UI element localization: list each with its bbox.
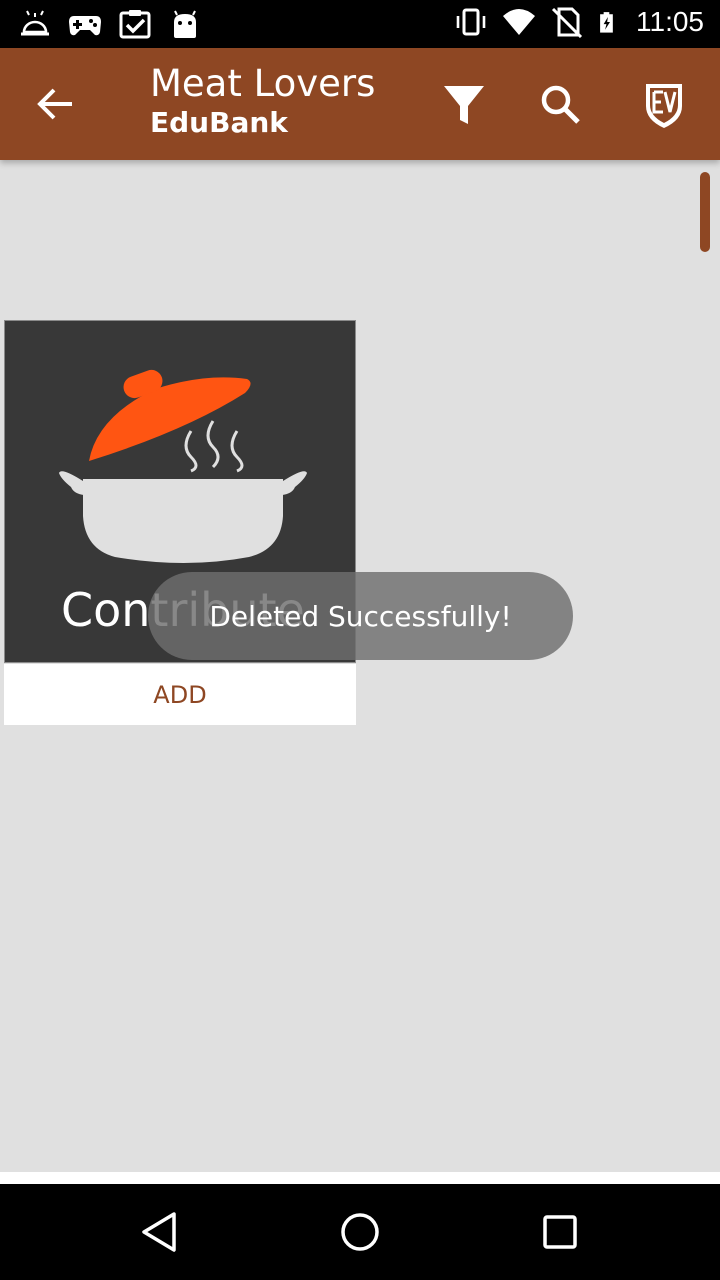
wifi-icon xyxy=(503,9,535,35)
app-bar: Meat Lovers EduBank xyxy=(0,48,720,160)
status-bar: 11:05 xyxy=(0,0,720,48)
battery-charging-icon xyxy=(600,12,613,33)
recents-square-icon[interactable] xyxy=(536,1208,584,1256)
filter-icon[interactable] xyxy=(432,72,496,136)
page-subtitle: EduBank xyxy=(150,106,288,139)
status-time: 11:05 xyxy=(636,6,704,37)
search-icon[interactable] xyxy=(528,72,592,136)
bottom-divider xyxy=(0,1172,720,1184)
add-button[interactable]: ADD xyxy=(4,664,356,725)
cooking-pot-icon xyxy=(59,369,307,563)
vibrate-icon xyxy=(456,8,486,36)
back-triangle-icon[interactable] xyxy=(136,1208,184,1256)
clipboard-check-icon xyxy=(119,10,151,39)
no-sim-icon xyxy=(551,7,583,38)
home-circle-icon[interactable] xyxy=(336,1208,384,1256)
contribute-card[interactable]: Contribute ADD xyxy=(4,320,356,725)
ev-logo-icon[interactable] xyxy=(632,72,696,136)
gamepad-icon xyxy=(69,16,101,36)
android-icon xyxy=(174,10,196,38)
toast-message: Deleted Successfully! xyxy=(148,572,573,660)
title-block: Meat Lovers EduBank xyxy=(150,62,375,140)
page-title: Meat Lovers xyxy=(150,62,376,105)
back-arrow-icon[interactable] xyxy=(26,78,86,130)
room-service-icon xyxy=(21,10,49,36)
navigation-bar xyxy=(0,1184,720,1280)
scroll-indicator[interactable] xyxy=(700,172,710,252)
